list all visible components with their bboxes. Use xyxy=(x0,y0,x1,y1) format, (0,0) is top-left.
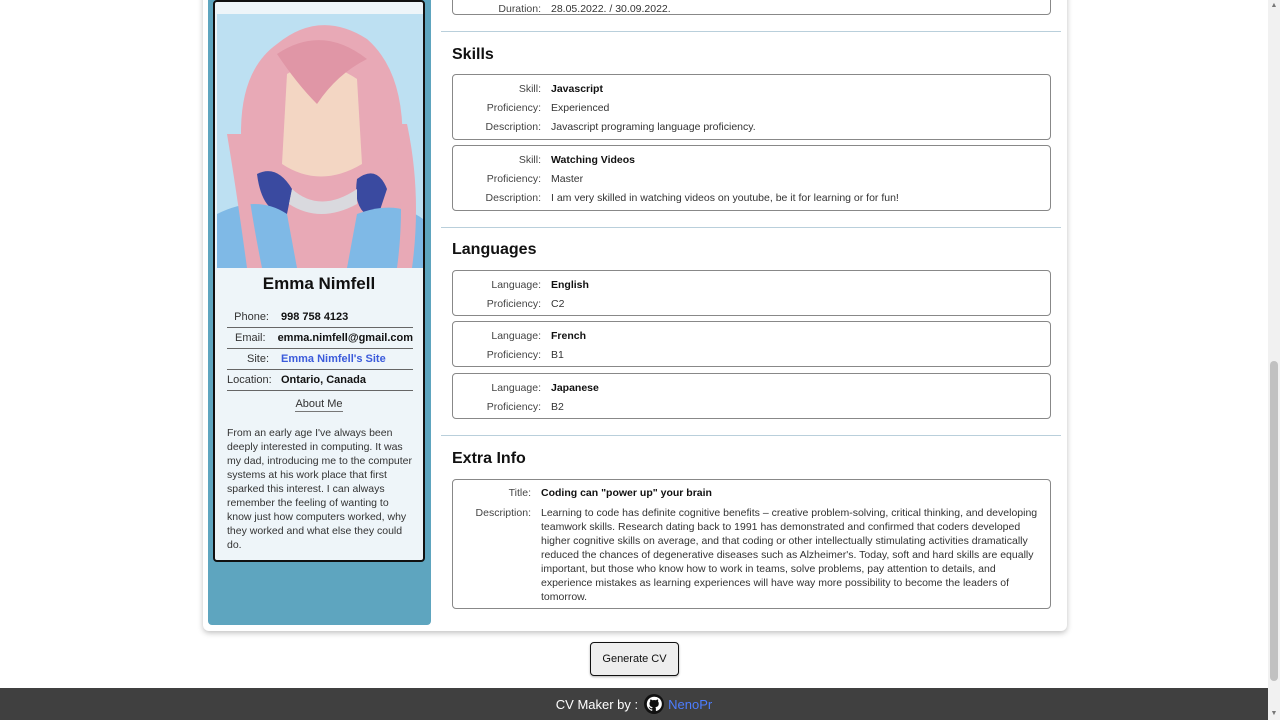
language-proficiency: B2 xyxy=(551,401,564,413)
about-me-heading: About Me xyxy=(295,398,343,412)
field-label: Proficiency: xyxy=(486,401,541,413)
language-entry: Language: Japanese Proficiency: B2 xyxy=(452,373,1051,419)
site-link[interactable]: Emma Nimfell's Site xyxy=(281,353,386,365)
extra-info-entry: Title: Coding can "power up" your brain D… xyxy=(452,479,1051,609)
contact-site: Site: Emma Nimfell's Site xyxy=(227,349,413,370)
contact-label: Phone: xyxy=(234,311,269,323)
about-me-text: From an early age I've always been deepl… xyxy=(227,427,413,551)
profile-name: Emma Nimfell xyxy=(262,274,376,293)
field-label: Language: xyxy=(491,279,541,291)
footer: CV Maker by : NenoPr xyxy=(0,688,1268,720)
skill-description: Javascript programing language proficien… xyxy=(551,121,756,133)
field-label: Language: xyxy=(491,382,541,394)
skill-entry: Skill: Watching Videos Proficiency: Master… xyxy=(452,145,1051,211)
field-label: Description: xyxy=(475,507,531,519)
extra-info-heading: Extra Info xyxy=(452,450,526,467)
contact-email: Email: emma.nimfell@gmail.com xyxy=(227,328,413,349)
contact-label: Location: xyxy=(227,374,272,386)
github-icon[interactable] xyxy=(644,694,665,714)
skill-entry: Skill: Javascript Proficiency: Experienced… xyxy=(452,74,1051,140)
contact-phone: Phone: 998 758 4123 xyxy=(227,307,413,328)
contact-label: Email: xyxy=(235,332,266,344)
skill-proficiency: Master xyxy=(551,173,584,185)
field-label: Description: xyxy=(485,121,541,133)
skill-name: Watching Videos xyxy=(551,154,636,166)
field-label: Proficiency: xyxy=(486,173,541,185)
language-name: Japanese xyxy=(551,382,599,394)
language-entry: Language: French Proficiency: B1 xyxy=(452,321,1051,367)
contact-value: 998 758 4123 xyxy=(281,311,349,323)
field-label: Proficiency: xyxy=(486,102,541,114)
scroll-up-arrow-icon[interactable]: ▲ xyxy=(1270,2,1278,10)
section-divider xyxy=(441,227,1061,228)
field-label: Skill: xyxy=(518,83,541,95)
scroll-down-arrow-icon[interactable]: ▼ xyxy=(1270,710,1278,718)
footer-prefix: CV Maker by : xyxy=(555,696,639,712)
language-proficiency: B1 xyxy=(551,349,564,361)
language-name: English xyxy=(551,279,589,291)
profile-card: Emma Nimfell Phone: 998 758 4123 Email: … xyxy=(213,0,425,562)
section-divider xyxy=(441,31,1061,32)
profile-photo xyxy=(217,14,423,268)
extra-title: Coding can "power up" your brain xyxy=(541,487,712,499)
skill-description: I am very skilled in watching videos on … xyxy=(551,192,899,204)
language-name: French xyxy=(551,330,587,342)
field-label: Description: xyxy=(485,192,541,204)
contact-value: Ontario, Canada xyxy=(281,374,366,386)
skills-heading: Skills xyxy=(452,46,494,63)
author-link[interactable]: NenoPr xyxy=(668,697,712,712)
scrollbar-thumb[interactable] xyxy=(1270,361,1278,681)
skill-name: Javascript xyxy=(551,83,603,95)
language-proficiency: C2 xyxy=(551,298,565,310)
field-value: 28.05.2022. / 30.09.2022. xyxy=(551,3,671,15)
generate-cv-button[interactable]: Generate CV xyxy=(590,642,679,676)
contact-label: Site: xyxy=(246,353,269,365)
field-label: Duration: xyxy=(498,3,541,15)
field-label: Skill: xyxy=(518,154,541,166)
language-entry: Language: English Proficiency: C2 xyxy=(452,270,1051,316)
languages-heading: Languages xyxy=(452,241,537,258)
experience-entry: Duration: 28.05.2022. / 30.09.2022. xyxy=(452,0,1051,15)
extra-description: Learning to code has definite cognitive … xyxy=(541,507,1038,603)
page-scrollbar[interactable]: ▲ ▼ xyxy=(1268,0,1280,720)
skill-proficiency: Experienced xyxy=(551,102,610,114)
field-label: Title: xyxy=(508,487,531,499)
field-label: Language: xyxy=(491,330,541,342)
field-label: Proficiency: xyxy=(486,298,541,310)
field-label: Proficiency: xyxy=(486,349,541,361)
section-divider xyxy=(441,435,1061,436)
contact-value: emma.nimfell@gmail.com xyxy=(277,332,413,344)
contact-location: Location: Ontario, Canada xyxy=(227,370,413,391)
